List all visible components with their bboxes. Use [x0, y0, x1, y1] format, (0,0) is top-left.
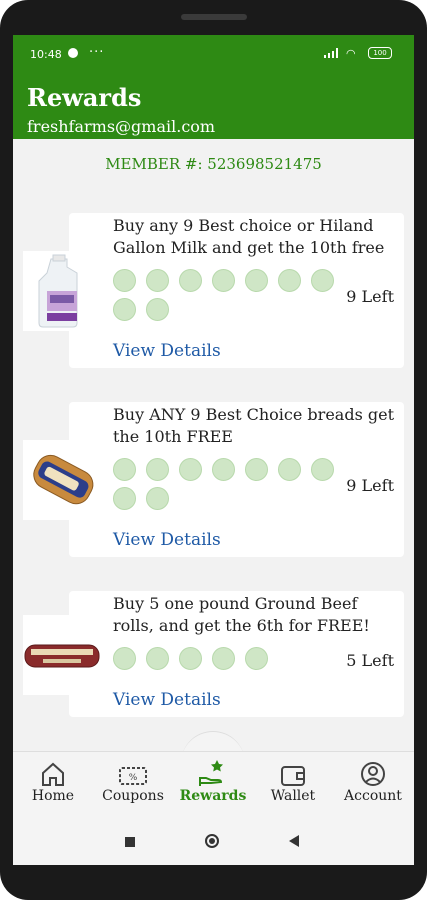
stamp-circle [113, 487, 136, 510]
clock-icon [68, 48, 78, 58]
nav-coupons-label: Coupons [102, 788, 164, 804]
stamp-circle [311, 458, 334, 481]
member-number: MEMBER #: 523698521475 [105, 155, 322, 173]
speaker-grille [181, 14, 247, 20]
stamp-circle [212, 458, 235, 481]
home-system-button[interactable] [205, 834, 219, 848]
home-icon [13, 754, 93, 788]
reward-description: Buy any 9 Best choice or Hiland Gallon M… [113, 216, 385, 257]
wallet-icon [253, 754, 333, 788]
view-details-link[interactable]: View Details [113, 530, 221, 550]
reward-card[interactable]: Buy ANY 9 Best Choice breads get the 10t… [69, 402, 404, 557]
phone-frame: 10:48 ··· ◠ 100 Rewards freshfarms@gmail… [0, 0, 427, 900]
reward-description: Buy 5 one pound Ground Beef rolls, and g… [113, 594, 370, 635]
nav-home[interactable]: Home [13, 754, 93, 804]
system-nav-bar [13, 819, 414, 865]
stamp-circle [212, 647, 235, 670]
stamp-circle [179, 647, 202, 670]
stamp-circle [146, 458, 169, 481]
stamp-circle [146, 647, 169, 670]
nav-coupons[interactable]: % Coupons [93, 754, 173, 804]
stamp-circle [245, 269, 268, 292]
more-notifications-icon: ··· [89, 45, 105, 60]
back-button[interactable] [289, 835, 299, 847]
bread-loaf-image [23, 440, 101, 520]
stamp-circle [311, 269, 334, 292]
stamp-circle [212, 269, 235, 292]
view-details-link[interactable]: View Details [113, 341, 221, 361]
stamp-circle [278, 458, 301, 481]
wifi-icon: ◠ [346, 47, 356, 60]
nav-account[interactable]: Account [333, 754, 413, 804]
stamp-circle [278, 269, 301, 292]
bottom-nav: Home % Coupons Rewards Wallet Account [13, 751, 414, 820]
account-icon [333, 754, 413, 788]
reward-card[interactable]: Buy 5 one pound Ground Beef rolls, and g… [69, 591, 404, 717]
stamp-circle [113, 458, 136, 481]
nav-home-label: Home [31, 788, 75, 804]
stamp-circle [245, 647, 268, 670]
stamp-circle [245, 458, 268, 481]
view-details-link[interactable]: View Details [113, 690, 221, 710]
remaining-count: 9 Left [346, 476, 394, 495]
user-email: freshfarms@gmail.com [27, 117, 216, 136]
nav-wallet-label: Wallet [270, 788, 316, 804]
stamp-circle [113, 269, 136, 292]
svg-text:%: % [129, 773, 138, 783]
stamp-circle [179, 458, 202, 481]
nav-rewards[interactable]: Rewards [173, 754, 253, 804]
status-time: 10:48 [30, 48, 62, 61]
milk-gallon-image [23, 251, 101, 331]
ground-beef-image [23, 615, 101, 695]
stamp-circle [179, 269, 202, 292]
stamp-circle [146, 487, 169, 510]
recent-apps-button[interactable] [125, 837, 135, 847]
stamp-circle [113, 298, 136, 321]
stamp-circle [146, 298, 169, 321]
status-bar: 10:48 ··· ◠ 100 [13, 35, 414, 73]
reward-card[interactable]: Buy any 9 Best choice or Hiland Gallon M… [69, 213, 404, 368]
page-title: Rewards [27, 83, 142, 112]
battery-icon: 100 [368, 47, 392, 59]
coupon-icon: % [93, 754, 173, 788]
reward-description: Buy ANY 9 Best Choice breads get the 10t… [113, 405, 394, 446]
remaining-count: 9 Left [346, 287, 394, 306]
stamp-circle [113, 647, 136, 670]
nav-account-label: Account [344, 788, 402, 804]
rewards-hand-star-icon [173, 754, 253, 788]
nav-wallet[interactable]: Wallet [253, 754, 333, 804]
signal-icon [324, 48, 338, 58]
remaining-count: 5 Left [346, 651, 394, 670]
screen: 10:48 ··· ◠ 100 Rewards freshfarms@gmail… [13, 35, 414, 865]
app-header: 10:48 ··· ◠ 100 Rewards freshfarms@gmail… [13, 35, 414, 139]
nav-rewards-label: Rewards [179, 788, 247, 804]
stamp-circle [146, 269, 169, 292]
